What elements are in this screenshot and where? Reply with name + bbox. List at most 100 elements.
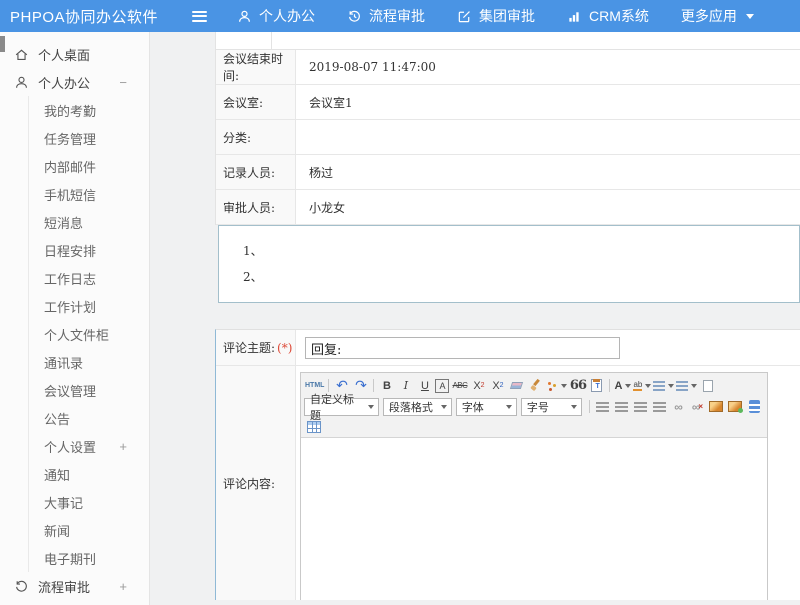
unlink-icon[interactable]: ∞× bbox=[689, 398, 706, 415]
table-row-approver: 审批人员: 小龙女 bbox=[216, 190, 800, 225]
editor-toolbar-row3 bbox=[304, 417, 764, 436]
blockquote-icon[interactable]: 66 bbox=[569, 377, 586, 394]
content-line: 2、 bbox=[219, 264, 799, 290]
user-icon bbox=[13, 74, 29, 90]
sidebar-item-mobile-sms[interactable]: 手机短信 bbox=[29, 180, 149, 208]
sidebar-item-desktop[interactable]: 个人桌面 bbox=[0, 40, 149, 68]
nav-group-approval[interactable]: 集团审批 bbox=[457, 6, 535, 26]
workflow-icon bbox=[13, 578, 29, 594]
user-icon bbox=[237, 9, 252, 24]
editor-toolbar: HTML ↶ ↷ B I U A ABC X2 X2 bbox=[301, 373, 767, 438]
home-icon bbox=[13, 46, 29, 62]
highlight-pen-icon[interactable]: ab bbox=[633, 377, 651, 394]
comment-subject-input[interactable] bbox=[305, 337, 620, 359]
editor-toolbar-row1: HTML ↶ ↷ B I U A ABC X2 X2 bbox=[304, 375, 764, 396]
paragraph-select[interactable]: 段落格式 bbox=[383, 398, 452, 416]
nav-workflow-approval[interactable]: 流程审批 bbox=[347, 6, 425, 26]
sidebar-item-work-log[interactable]: 工作日志 bbox=[29, 264, 149, 292]
expand-toggle[interactable]: + bbox=[119, 439, 127, 454]
meeting-detail-table: 会议结束时间: 2019-08-07 11:47:00 会议室: 会议室1 分类… bbox=[215, 50, 800, 225]
sidebar-item-announcement[interactable]: 公告 bbox=[29, 404, 149, 432]
image-icon[interactable] bbox=[708, 398, 725, 415]
table-row-meeting-room: 会议室: 会议室1 bbox=[216, 85, 800, 120]
unordered-list-icon[interactable] bbox=[676, 377, 697, 394]
media-icon[interactable] bbox=[746, 398, 763, 415]
comment-content-row: 评论内容: HTML ↶ ↷ B I U A bbox=[216, 366, 800, 600]
sidebar-item-memorabilia[interactable]: 大事记 bbox=[29, 488, 149, 516]
table-row-partial bbox=[215, 32, 800, 50]
sidebar-item-news[interactable]: 新闻 bbox=[29, 516, 149, 544]
nav-personal-office[interactable]: 个人办公 bbox=[237, 6, 315, 26]
sidebar-item-meeting-management[interactable]: 会议管理 bbox=[29, 376, 149, 404]
comment-subject-label: 评论主题: (*) bbox=[216, 330, 296, 365]
sidebar-item-short-message[interactable]: 短消息 bbox=[29, 208, 149, 236]
align-justify-icon[interactable] bbox=[651, 398, 668, 415]
comment-subject-row: 评论主题: (*) bbox=[216, 330, 800, 366]
format-brush-icon[interactable] bbox=[527, 377, 544, 394]
sidebar-item-task-management[interactable]: 任务管理 bbox=[29, 124, 149, 152]
field-label: 会议结束时间: bbox=[216, 50, 296, 84]
sidebar-menu: 个人桌面 个人办公 − 我的考勤 任务管理 内部邮件 手机短信 短消息 日程安排… bbox=[0, 32, 150, 605]
align-right-icon[interactable] bbox=[632, 398, 649, 415]
align-center-icon[interactable] bbox=[613, 398, 630, 415]
edit-icon bbox=[457, 9, 472, 24]
bar-chart-icon bbox=[567, 9, 582, 24]
sidebar-item-work-plan[interactable]: 工作计划 bbox=[29, 292, 149, 320]
subscript-icon[interactable]: X2 bbox=[489, 377, 506, 394]
sidebar-item-schedule[interactable]: 日程安排 bbox=[29, 236, 149, 264]
field-label: 会议室: bbox=[216, 85, 296, 119]
eraser-icon[interactable] bbox=[508, 377, 525, 394]
sidebar-item-personal-cabinet[interactable]: 个人文件柜 bbox=[29, 320, 149, 348]
field-label: 审批人员: bbox=[216, 190, 296, 224]
italic-icon[interactable]: I bbox=[397, 377, 414, 394]
sidebar-item-personal-office[interactable]: 个人办公 − bbox=[0, 68, 149, 96]
table-row-meeting-end-time: 会议结束时间: 2019-08-07 11:47:00 bbox=[216, 50, 800, 85]
table-icon[interactable] bbox=[305, 418, 322, 435]
heading-select[interactable]: 自定义标题 bbox=[304, 398, 379, 416]
underline-icon[interactable]: U bbox=[416, 377, 433, 394]
sidebar-item-e-journal[interactable]: 电子期刊 bbox=[29, 544, 149, 572]
field-value: 会议室1 bbox=[296, 85, 800, 119]
field-value: 2019-08-07 11:47:00 bbox=[296, 50, 800, 84]
main-content: 会议结束时间: 2019-08-07 11:47:00 会议室: 会议室1 分类… bbox=[215, 32, 800, 605]
comment-subject-cell bbox=[296, 330, 800, 365]
sidebar-item-internal-mail[interactable]: 内部邮件 bbox=[29, 152, 149, 180]
comment-form: 评论主题: (*) 评论内容: HTML ↶ ↷ bbox=[215, 329, 800, 600]
expand-toggle[interactable]: + bbox=[119, 579, 127, 594]
sidebar-item-workflow-approval[interactable]: 流程审批 + bbox=[0, 572, 149, 600]
style-box-icon[interactable]: A bbox=[435, 379, 449, 393]
field-label: 分类: bbox=[216, 120, 296, 154]
font-size-select[interactable]: 字号 bbox=[521, 398, 582, 416]
ordered-list-icon[interactable] bbox=[653, 377, 674, 394]
sidebar-item-contacts[interactable]: 通讯录 bbox=[29, 348, 149, 376]
nav-crm-system[interactable]: CRM系统 bbox=[567, 6, 649, 26]
new-page-icon[interactable] bbox=[699, 377, 716, 394]
required-mark: (*) bbox=[277, 341, 292, 355]
bold-icon[interactable]: B bbox=[378, 377, 395, 394]
field-value bbox=[296, 120, 800, 154]
nav-more-apps[interactable]: 更多应用 bbox=[681, 6, 754, 26]
color-palette-icon[interactable] bbox=[546, 377, 567, 394]
sidebar-item-my-attendance[interactable]: 我的考勤 bbox=[29, 96, 149, 124]
editor-toolbar-row2: 自定义标题 段落格式 字体 字号 ∞ ∞× bbox=[304, 396, 764, 417]
rich-text-editor: HTML ↶ ↷ B I U A ABC X2 X2 bbox=[300, 372, 768, 600]
comment-content-cell: HTML ↶ ↷ B I U A ABC X2 X2 bbox=[296, 366, 800, 600]
sidebar-item-notice[interactable]: 通知 bbox=[29, 460, 149, 488]
meeting-content-box: 1、 2、 bbox=[218, 225, 800, 303]
superscript-icon[interactable]: X2 bbox=[470, 377, 487, 394]
sidebar-item-personal-settings[interactable]: 个人设置 + bbox=[29, 432, 149, 460]
collapse-toggle[interactable]: − bbox=[119, 75, 127, 90]
editor-content-area[interactable] bbox=[301, 438, 767, 600]
field-value: 杨过 bbox=[296, 155, 800, 189]
hamburger-icon[interactable] bbox=[192, 11, 207, 22]
batch-image-icon[interactable] bbox=[727, 398, 744, 415]
strikethrough-icon[interactable]: ABC bbox=[451, 377, 468, 394]
paste-from-word-icon[interactable] bbox=[588, 377, 605, 394]
top-nav-menu: 个人办公 流程审批 集团审批 CRM系统 更多应用 bbox=[237, 6, 786, 26]
table-row-recorder: 记录人员: 杨过 bbox=[216, 155, 800, 190]
font-family-select[interactable]: 字体 bbox=[456, 398, 517, 416]
link-icon[interactable]: ∞ bbox=[670, 398, 687, 415]
font-color-icon[interactable]: A bbox=[614, 377, 631, 394]
app-title: PHPOA协同办公软件 bbox=[0, 6, 168, 27]
align-left-icon[interactable] bbox=[594, 398, 611, 415]
